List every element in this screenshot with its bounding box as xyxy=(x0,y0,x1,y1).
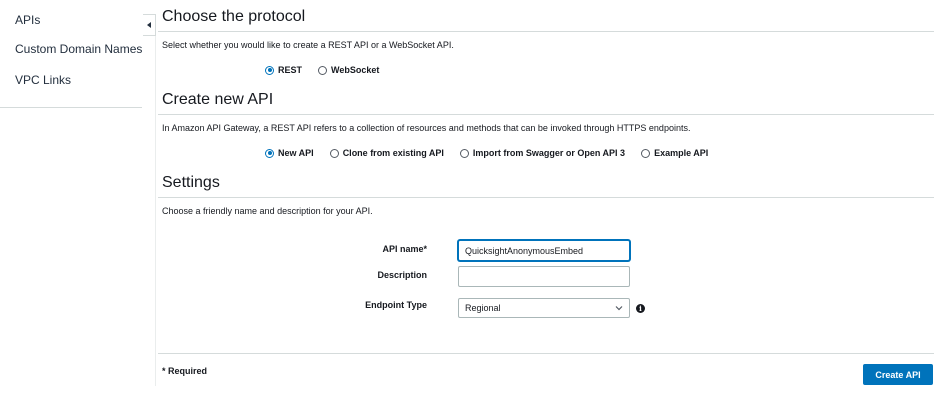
radio-import-api[interactable]: Import from Swagger or Open API 3 xyxy=(459,148,626,158)
sidebar: APIs Custom Domain Names VPC Links xyxy=(0,0,144,416)
radio-import-api-label: Import from Swagger or Open API 3 xyxy=(472,148,626,158)
radio-new-api-button[interactable] xyxy=(265,148,274,158)
sidebar-item-apis[interactable]: APIs xyxy=(15,13,40,27)
radio-clone-api-button[interactable] xyxy=(329,148,339,158)
footer-rule xyxy=(158,353,934,354)
chevron-down-icon xyxy=(615,306,623,311)
radio-rest[interactable]: REST xyxy=(265,65,302,75)
radio-example-api-label: Example API xyxy=(654,148,709,158)
settings-description: Choose a friendly name and description f… xyxy=(162,206,373,216)
radio-new-api-label: New API xyxy=(278,148,314,158)
radio-new-api[interactable]: New API xyxy=(265,148,314,158)
endpoint-type-select[interactable]: Regional xyxy=(458,298,630,318)
radio-websocket[interactable]: WebSocket xyxy=(318,65,379,75)
radio-clone-api[interactable]: Clone from existing API xyxy=(329,148,444,158)
protocol-title: Choose the protocol xyxy=(162,8,306,25)
create-new-rule xyxy=(158,114,934,115)
create-new-description: In Amazon API Gateway, a REST API refers… xyxy=(162,123,691,133)
radio-example-api[interactable]: Example API xyxy=(641,148,708,158)
radio-websocket-button[interactable] xyxy=(318,65,328,75)
radio-rest-label: REST xyxy=(278,65,303,75)
endpoint-type-label: Endpoint Type xyxy=(365,300,427,310)
create-new-title: Create new API xyxy=(162,91,274,108)
radio-websocket-label: WebSocket xyxy=(331,65,380,75)
sidebar-item-custom-domain-names[interactable]: Custom Domain Names xyxy=(15,42,142,56)
sidebar-border xyxy=(155,36,156,386)
sidebar-divider xyxy=(0,107,142,108)
api-name-label: API name* xyxy=(382,244,427,254)
protocol-radio-group: REST WebSocket xyxy=(265,65,395,75)
settings-rule xyxy=(158,197,934,198)
endpoint-type-value: Regional xyxy=(465,303,501,313)
radio-clone-api-label: Clone from existing API xyxy=(342,148,444,158)
protocol-rule xyxy=(158,31,934,32)
radio-rest-button[interactable] xyxy=(265,65,274,75)
settings-title: Settings xyxy=(162,174,220,191)
radio-import-api-button[interactable] xyxy=(459,148,469,158)
required-note: * Required xyxy=(162,366,208,376)
sidebar-item-vpc-links[interactable]: VPC Links xyxy=(15,73,71,87)
sidebar-collapse-button[interactable] xyxy=(143,14,156,36)
description-input[interactable] xyxy=(458,266,630,287)
description-label: Description xyxy=(377,270,427,280)
radio-example-api-button[interactable] xyxy=(641,148,651,158)
protocol-description: Select whether you would like to create … xyxy=(162,40,454,50)
create-new-radio-group: New API Clone from existing API Import f… xyxy=(265,148,724,158)
info-icon[interactable]: i xyxy=(636,304,645,313)
create-api-button[interactable]: Create API xyxy=(863,364,933,385)
caret-left-icon xyxy=(146,22,151,28)
api-name-input[interactable] xyxy=(458,240,630,261)
